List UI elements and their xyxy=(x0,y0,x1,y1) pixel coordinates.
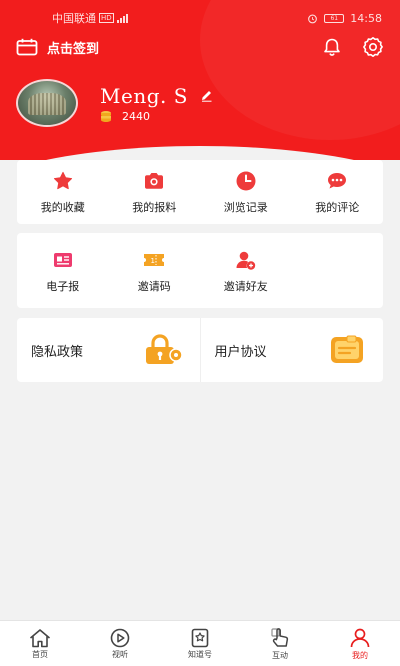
user-agreement-button[interactable]: 用户协议 xyxy=(199,318,384,382)
play-icon xyxy=(110,628,130,647)
lock-icon xyxy=(145,334,183,364)
invite-friend-icon xyxy=(236,251,255,270)
avatar[interactable] xyxy=(16,79,78,127)
points-value: 2440 xyxy=(122,109,150,123)
tab-video-label: 视听 xyxy=(112,649,128,659)
my-comments-label: 我的评论 xyxy=(315,201,360,214)
privacy-policy-button[interactable]: 隐私政策 xyxy=(17,318,200,382)
agreement-document-icon xyxy=(331,335,363,363)
hd-badge: HD xyxy=(99,13,114,23)
services-card: 电子报 1 邀请码 邀请好友 xyxy=(17,233,383,308)
tab-home[interactable]: 首页 xyxy=(0,621,80,666)
tab-interact[interactable]: 互动 xyxy=(240,621,320,666)
calendar-icon xyxy=(16,38,38,56)
tab-mine[interactable]: 我的 xyxy=(320,621,400,666)
newspaper-icon xyxy=(53,252,72,267)
top-bar: 点击签到 xyxy=(16,34,384,60)
my-comments-button[interactable]: 我的评论 xyxy=(292,160,384,224)
coin-stack-icon xyxy=(101,111,111,122)
checkin-label: 点击签到 xyxy=(47,41,100,57)
tab-zhidao-label: 知道号 xyxy=(188,649,212,659)
star-icon xyxy=(53,171,72,190)
tab-interact-label: 互动 xyxy=(272,650,288,660)
header-curve xyxy=(0,146,400,160)
tab-home-label: 首页 xyxy=(32,649,48,659)
signal-icon xyxy=(116,13,128,23)
bottom-tab-bar: 首页 视听 知道号 互动 我的 xyxy=(0,620,400,666)
home-icon xyxy=(29,628,51,647)
camera-icon xyxy=(145,173,164,189)
battery-icon: 61 xyxy=(324,13,345,23)
invite-code-label: 邀请码 xyxy=(137,279,171,293)
user-agreement-label: 用户协议 xyxy=(214,344,267,360)
hand-icon xyxy=(271,627,289,647)
invite-code-button[interactable]: 1 邀请码 xyxy=(109,233,201,308)
bell-icon[interactable] xyxy=(322,37,342,57)
privacy-policy-label: 隐私政策 xyxy=(31,344,84,360)
e-newspaper-button[interactable]: 电子报 xyxy=(17,233,109,308)
svg-text:1: 1 xyxy=(151,257,155,265)
checkin-button[interactable]: 点击签到 xyxy=(16,38,99,57)
my-favorites-button[interactable]: 我的收藏 xyxy=(17,160,109,224)
username: Meng. S xyxy=(100,83,188,108)
invite-friends-label: 邀请好友 xyxy=(223,279,268,293)
quick-actions-card: 我的收藏 我的报料 浏览记录 我的评论 xyxy=(17,160,383,224)
comment-icon xyxy=(328,173,347,189)
browse-history-label: 浏览记录 xyxy=(223,201,268,214)
clock-icon xyxy=(236,171,256,191)
my-favorites-label: 我的收藏 xyxy=(40,201,85,214)
edit-pencil-icon[interactable] xyxy=(200,89,213,102)
my-reports-button[interactable]: 我的报料 xyxy=(109,160,201,224)
policies-card: 隐私政策 用户协议 xyxy=(17,318,383,382)
browse-history-button[interactable]: 浏览记录 xyxy=(200,160,292,224)
status-bar: 中国联通 HD 61 14:58 xyxy=(52,8,382,28)
profile-summary: Meng. S 2440 xyxy=(16,78,213,128)
tab-mine-label: 我的 xyxy=(352,650,368,660)
user-icon xyxy=(350,628,370,647)
badge-star-icon xyxy=(191,628,209,647)
tab-video[interactable]: 视听 xyxy=(80,621,160,666)
profile-header: 中国联通 HD 61 14:58 点击签到 Meng. S 2440 xyxy=(0,0,400,160)
settings-gear-icon[interactable] xyxy=(362,36,384,58)
ticket-icon: 1 xyxy=(144,253,165,266)
invite-friends-button[interactable]: 邀请好友 xyxy=(200,233,292,308)
my-reports-label: 我的报料 xyxy=(132,201,177,214)
carrier-name: 中国联通 xyxy=(52,12,96,25)
tab-zhidao[interactable]: 知道号 xyxy=(160,621,240,666)
e-newspaper-label: 电子报 xyxy=(46,279,80,293)
alarm-icon xyxy=(308,14,318,23)
status-time: 14:58 xyxy=(350,11,382,25)
